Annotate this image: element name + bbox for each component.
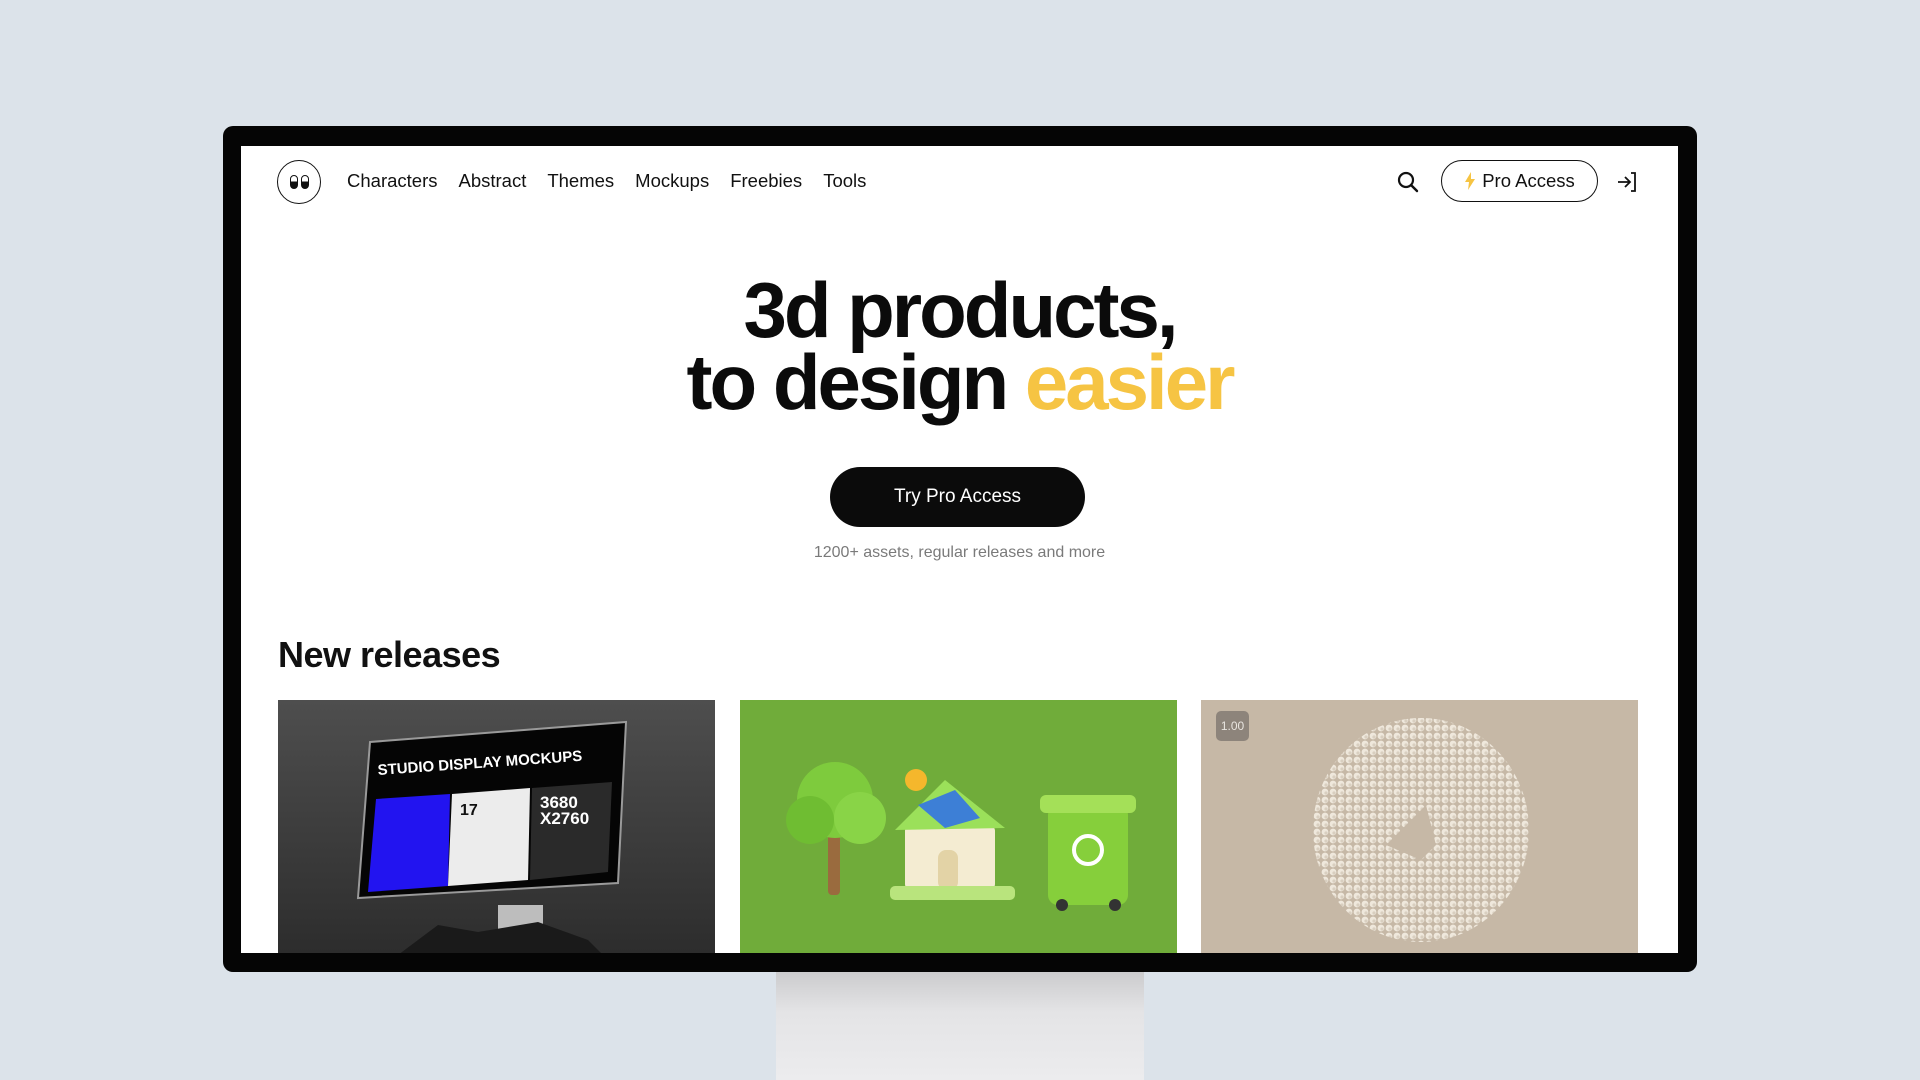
- pro-access-button[interactable]: Pro Access: [1441, 160, 1598, 202]
- hero: 3d products, to design easier: [241, 271, 1678, 421]
- nav-themes[interactable]: Themes: [547, 170, 614, 192]
- studio-display-image: STUDIO DISPLAY MOCKUPS 17 3680 X2760: [356, 720, 628, 953]
- website-screen: Characters Abstract Themes Mockups Freeb…: [241, 146, 1678, 953]
- mock-number: 17: [460, 802, 478, 819]
- hero-subtext: 1200+ assets, regular releases and more: [813, 544, 1106, 561]
- nav-links: Characters Abstract Themes Mockups Freeb…: [347, 170, 866, 192]
- nav-mockups[interactable]: Mockups: [635, 170, 709, 192]
- release-card-studio-display[interactable]: STUDIO DISPLAY MOCKUPS 17 3680 X2760: [278, 700, 715, 953]
- nav-characters[interactable]: Characters: [347, 170, 437, 192]
- search-icon[interactable]: [1396, 170, 1420, 194]
- pro-access-label: Pro Access: [1482, 170, 1575, 191]
- eco-icons-image: [786, 762, 1136, 911]
- eyes-logo-icon[interactable]: [277, 160, 321, 204]
- nav-freebies[interactable]: Freebies: [730, 170, 802, 192]
- lightning-icon: [1465, 172, 1476, 190]
- monitor-stand: [776, 968, 1144, 1080]
- mock-res2: X2760: [540, 809, 589, 828]
- nav-abstract[interactable]: Abstract: [458, 170, 526, 192]
- version-badge: 1.00: [1216, 711, 1249, 741]
- abstract-sphere-image: [1313, 718, 1529, 942]
- headline-line2: to design: [686, 338, 1025, 426]
- try-pro-access-button[interactable]: Try Pro Access: [830, 467, 1085, 527]
- release-card-eco[interactable]: [740, 700, 1177, 953]
- hero-headline: 3d products, to design easier: [241, 271, 1678, 421]
- login-arrow-icon[interactable]: [1615, 170, 1639, 194]
- headline-accent: easier: [1024, 338, 1236, 426]
- top-nav: Characters Abstract Themes Mockups Freeb…: [241, 160, 1678, 204]
- release-card-abstract[interactable]: 1.00: [1201, 700, 1638, 953]
- section-title: New releases: [278, 634, 501, 675]
- nav-tools[interactable]: Tools: [823, 170, 866, 192]
